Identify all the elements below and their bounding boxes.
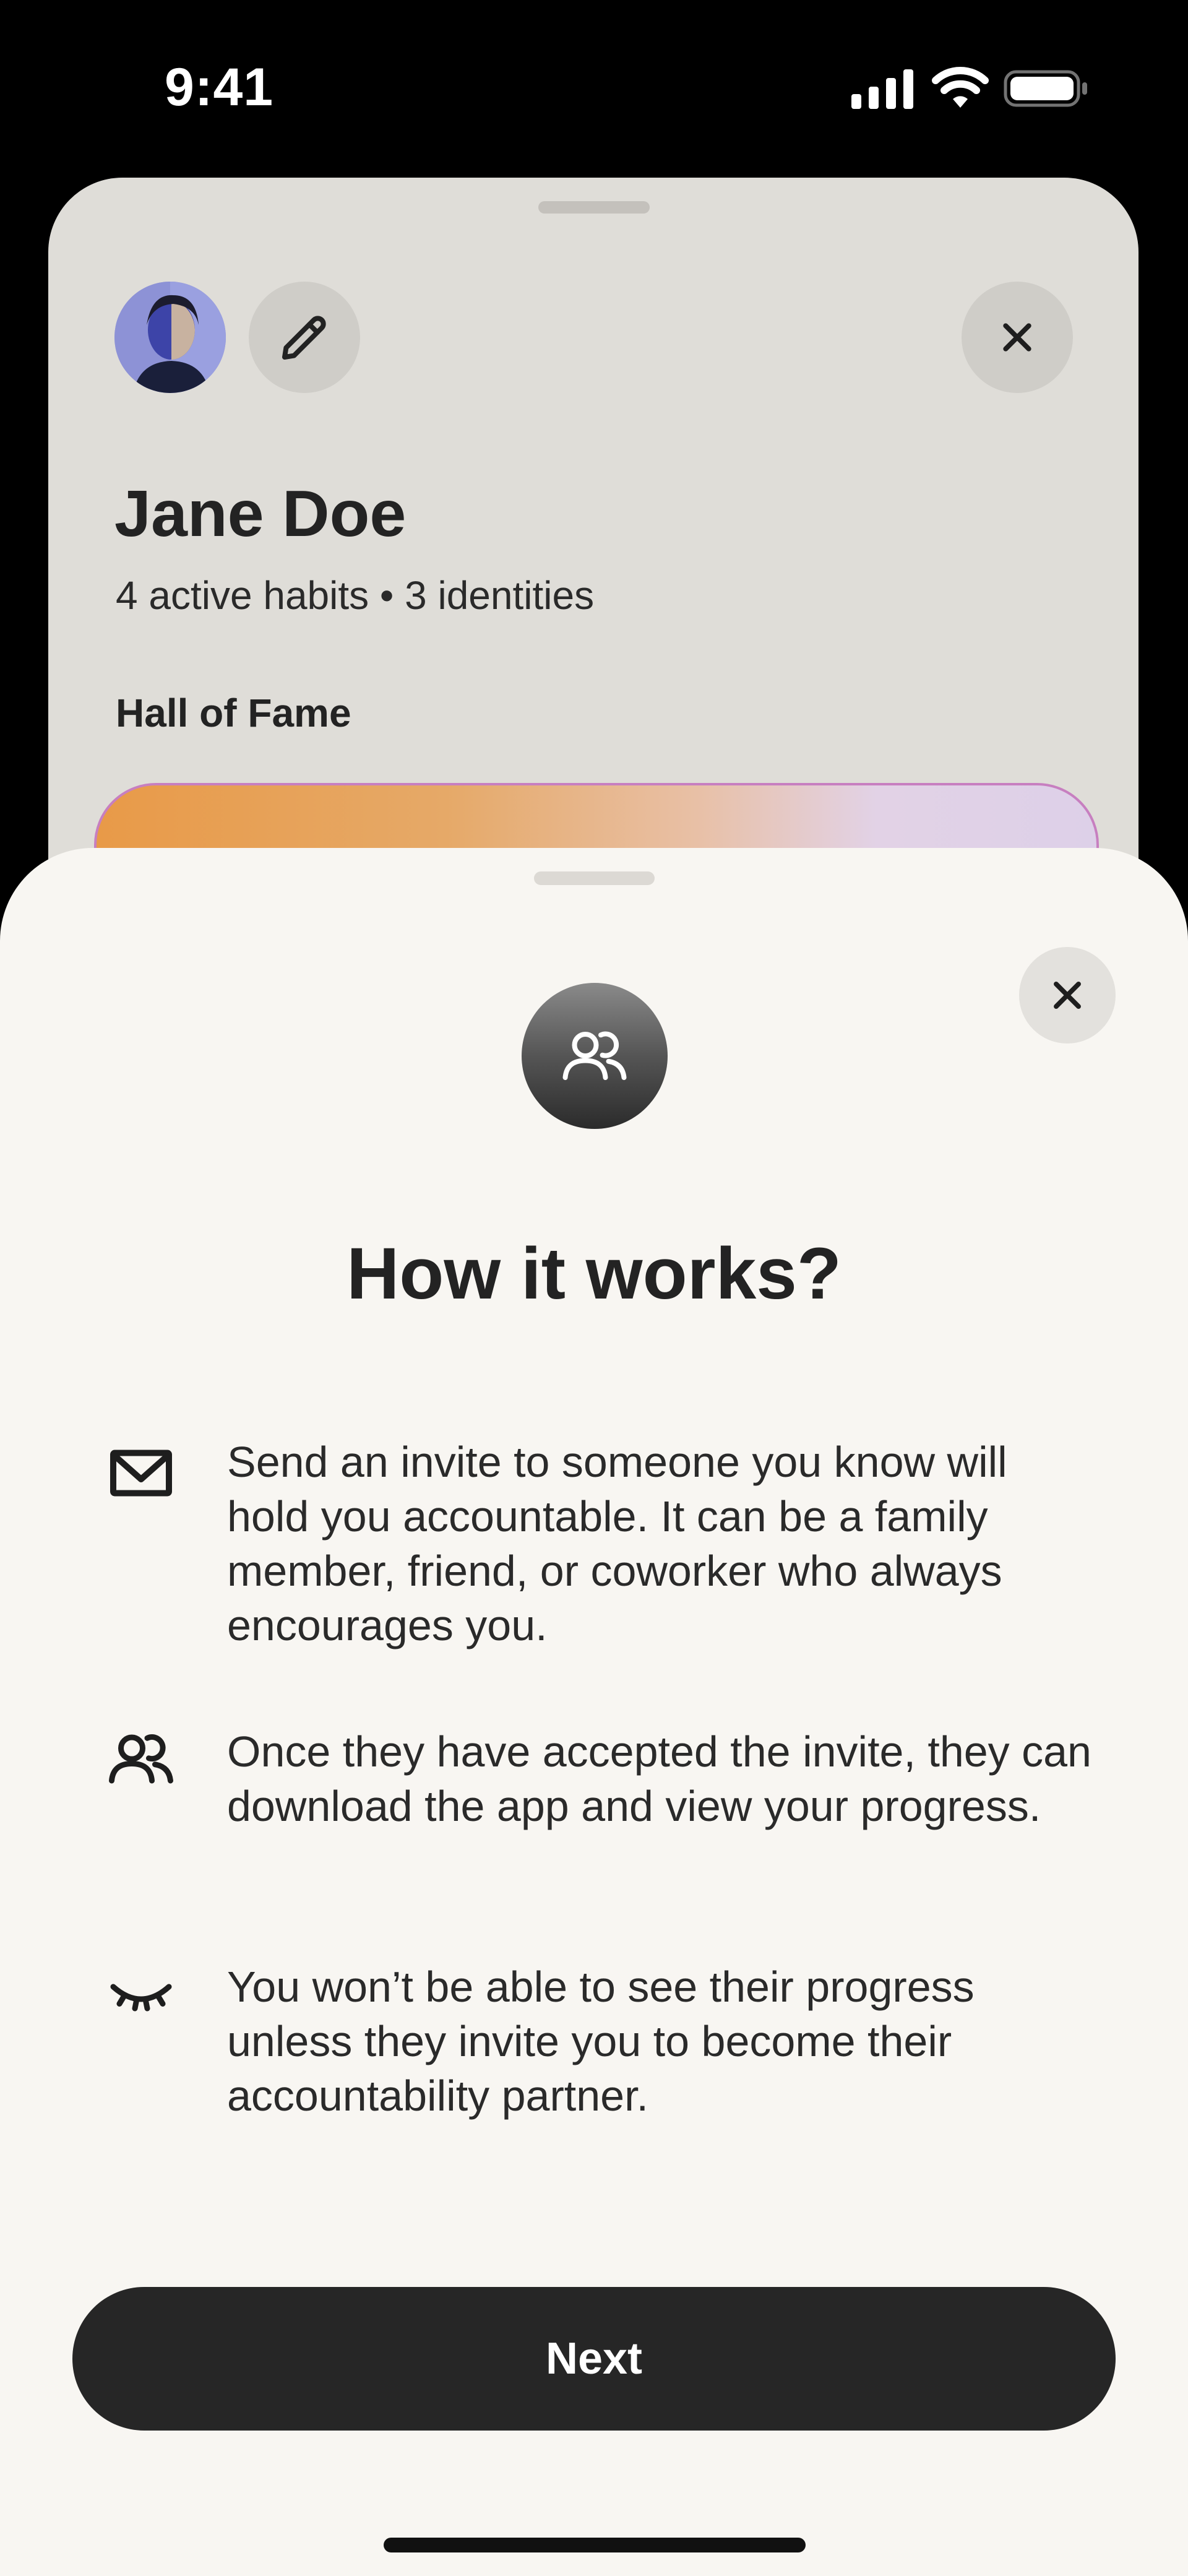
- partners-badge: [522, 983, 668, 1129]
- profile-name: Jane Doe: [114, 477, 407, 550]
- step-text: Send an invite to someone you know will …: [227, 1438, 1007, 1649]
- step-text: You won’t be able to see their progress …: [227, 1963, 975, 2120]
- modal-title: How it works?: [346, 1233, 842, 1315]
- close-sheet-button[interactable]: [1019, 947, 1116, 1044]
- home-indicator[interactable]: [384, 2538, 806, 2552]
- close-icon: [1054, 982, 1081, 1009]
- avatar-image: [114, 282, 226, 393]
- next-button[interactable]: Next: [72, 2287, 1116, 2431]
- pencil-icon: [282, 316, 326, 360]
- profile-sheet-grabber[interactable]: [538, 201, 650, 214]
- wifi-icon: [932, 67, 989, 108]
- profile-stats: 4 active habits • 3 identities: [116, 573, 595, 618]
- users-icon: [562, 1031, 627, 1080]
- users-icon: [109, 1734, 173, 1784]
- status-time: 9:41: [165, 58, 274, 117]
- edit-profile-button[interactable]: [249, 282, 360, 393]
- close-profile-button[interactable]: [962, 282, 1073, 393]
- envelope-icon: [110, 1450, 172, 1497]
- cellular-signal-icon: [851, 69, 913, 109]
- battery-icon: [1004, 70, 1087, 107]
- avatar[interactable]: [114, 282, 226, 393]
- step-text: Once they have accepted the invite, they…: [227, 1727, 1091, 1830]
- close-icon: [1003, 323, 1031, 352]
- hall-of-fame-title: Hall of Fame: [116, 691, 351, 735]
- status-bar: 9:41: [0, 0, 1188, 173]
- sheet-grabber[interactable]: [534, 871, 655, 885]
- eye-closed-icon: [110, 1984, 172, 2012]
